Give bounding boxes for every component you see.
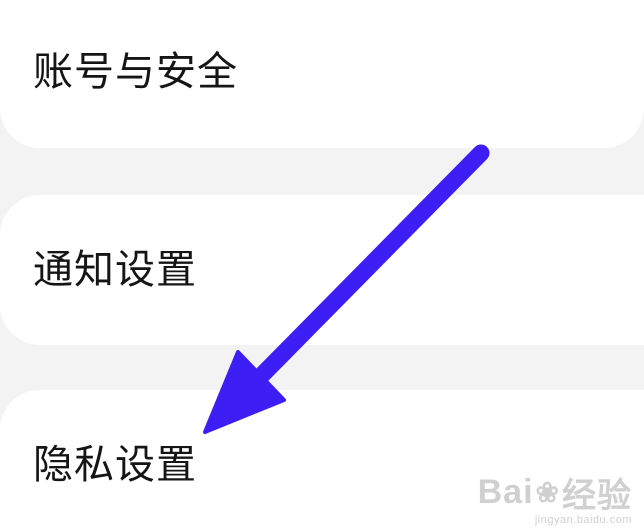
baidu-jingyan-watermark: Bai ❀ 经验 jingyan.baidu.com: [478, 468, 632, 526]
paw-icon: ❀: [535, 477, 560, 508]
notification-settings-item[interactable]: 通知设置: [0, 195, 644, 345]
notification-settings-label: 通知设置: [33, 247, 197, 293]
watermark-brand: Bai: [477, 473, 534, 511]
watermark-brand-suffix: 经验: [562, 477, 632, 515]
account-security-label: 账号与安全: [33, 49, 238, 95]
privacy-settings-label: 隐私设置: [33, 442, 197, 488]
watermark-logo: Bai ❀ 经验: [478, 468, 632, 517]
watermark-url: jingyan.baidu.com: [534, 514, 632, 526]
account-security-item[interactable]: 账号与安全: [0, 0, 644, 148]
settings-list: 账号与安全 通知设置 隐私设置: [0, 0, 644, 532]
